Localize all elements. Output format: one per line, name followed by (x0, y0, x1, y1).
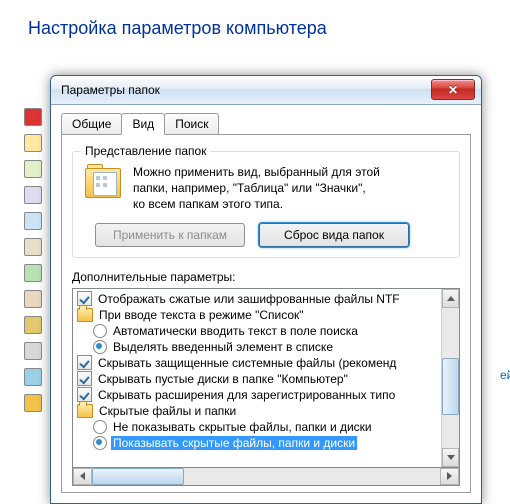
folder-icon (77, 404, 93, 418)
scroll-track[interactable] (92, 468, 440, 485)
tab-general[interactable]: Общие (61, 113, 122, 135)
option-dont-show-hidden[interactable]: Не показывать скрытые файлы, папки и дис… (77, 419, 441, 435)
monitor-icon[interactable] (24, 212, 42, 230)
close-icon: ✕ (448, 84, 458, 96)
tab-panel-view: Представление папок Можно применить вид,… (61, 135, 471, 493)
option-select-typed-item[interactable]: Выделять введенный элемент в списке (77, 339, 441, 355)
chevron-right-icon (447, 472, 452, 480)
radio-icon[interactable] (93, 340, 107, 354)
generic-icon-5[interactable] (24, 368, 42, 386)
desktop-icon-column (24, 108, 42, 412)
group-description: Можно применить вид, выбранный для этой … (133, 164, 380, 213)
flash-icon[interactable] (24, 108, 42, 126)
scroll-track[interactable] (442, 308, 459, 448)
scroll-thumb[interactable] (92, 468, 184, 485)
generic-icon-2[interactable] (24, 264, 42, 282)
checkbox-icon[interactable] (77, 355, 92, 370)
tab-view[interactable]: Вид (121, 113, 165, 135)
radio-icon[interactable] (93, 436, 107, 450)
folder-icon[interactable] (24, 394, 42, 412)
generic-icon[interactable] (24, 160, 42, 178)
group-legend: Представление папок (81, 144, 210, 158)
reset-folders-button[interactable]: Сброс вида папок (259, 223, 409, 247)
fonts-icon[interactable] (24, 134, 42, 152)
option-hide-protected-os[interactable]: Скрывать защищенные системные файлы (рек… (77, 355, 441, 371)
display-icon[interactable] (24, 186, 42, 204)
advanced-settings-label: Дополнительные параметры: (72, 270, 460, 284)
background-text: ей (500, 368, 510, 382)
folder-preview-icon (83, 164, 123, 202)
folder-views-group: Представление папок Можно применить вид,… (72, 151, 460, 258)
dialog-titlebar[interactable]: Параметры папок ✕ (51, 76, 481, 105)
scroll-thumb[interactable] (442, 358, 459, 415)
folder-options-dialog: Параметры папок ✕ Общие Вид Поиск Предст… (50, 75, 482, 504)
close-button[interactable]: ✕ (431, 79, 475, 100)
keyboard-icon[interactable] (24, 238, 42, 256)
apply-to-folders-button: Применить к папкам (95, 223, 245, 247)
chevron-left-icon (80, 472, 85, 480)
folder-icon (77, 308, 93, 322)
option-hide-extensions[interactable]: Скрывать расширения для зарегистрированн… (77, 387, 441, 403)
scroll-left-button[interactable] (73, 468, 92, 485)
option-show-compressed[interactable]: Отображать сжатые или зашифрованные файл… (77, 291, 441, 307)
option-auto-type-search[interactable]: Автоматически вводить текст в поле поиск… (77, 323, 441, 339)
checkbox-icon[interactable] (77, 291, 92, 306)
chevron-up-icon (447, 296, 455, 301)
checkbox-icon[interactable] (77, 387, 92, 402)
chevron-down-icon (447, 455, 455, 460)
radio-icon[interactable] (93, 324, 107, 338)
page-title: Настройка параметров компьютера (0, 0, 510, 39)
horizontal-scrollbar[interactable] (72, 468, 460, 486)
checkbox-icon[interactable] (77, 371, 92, 386)
mail-icon[interactable] (24, 316, 42, 334)
advanced-settings-tree[interactable]: Отображать сжатые или зашифрованные файл… (72, 288, 460, 468)
scroll-up-button[interactable] (442, 289, 459, 308)
vertical-scrollbar[interactable] (441, 289, 459, 467)
option-typing-in-list[interactable]: При вводе текста в режиме "Список" (77, 307, 441, 323)
scroll-down-button[interactable] (442, 448, 459, 467)
tab-strip: Общие Вид Поиск (61, 111, 471, 135)
option-show-hidden[interactable]: Показывать скрытые файлы, папки и диски (77, 435, 441, 451)
tab-search[interactable]: Поиск (164, 113, 219, 135)
scroll-right-button[interactable] (440, 468, 459, 485)
radio-icon[interactable] (93, 420, 107, 434)
dialog-title: Параметры папок (61, 83, 160, 97)
generic-icon-3[interactable] (24, 290, 42, 308)
option-hide-empty-drives[interactable]: Скрывать пустые диски в папке "Компьютер… (77, 371, 441, 387)
option-hidden-files-group[interactable]: Скрытые файлы и папки (77, 403, 441, 419)
generic-icon-4[interactable] (24, 342, 42, 360)
